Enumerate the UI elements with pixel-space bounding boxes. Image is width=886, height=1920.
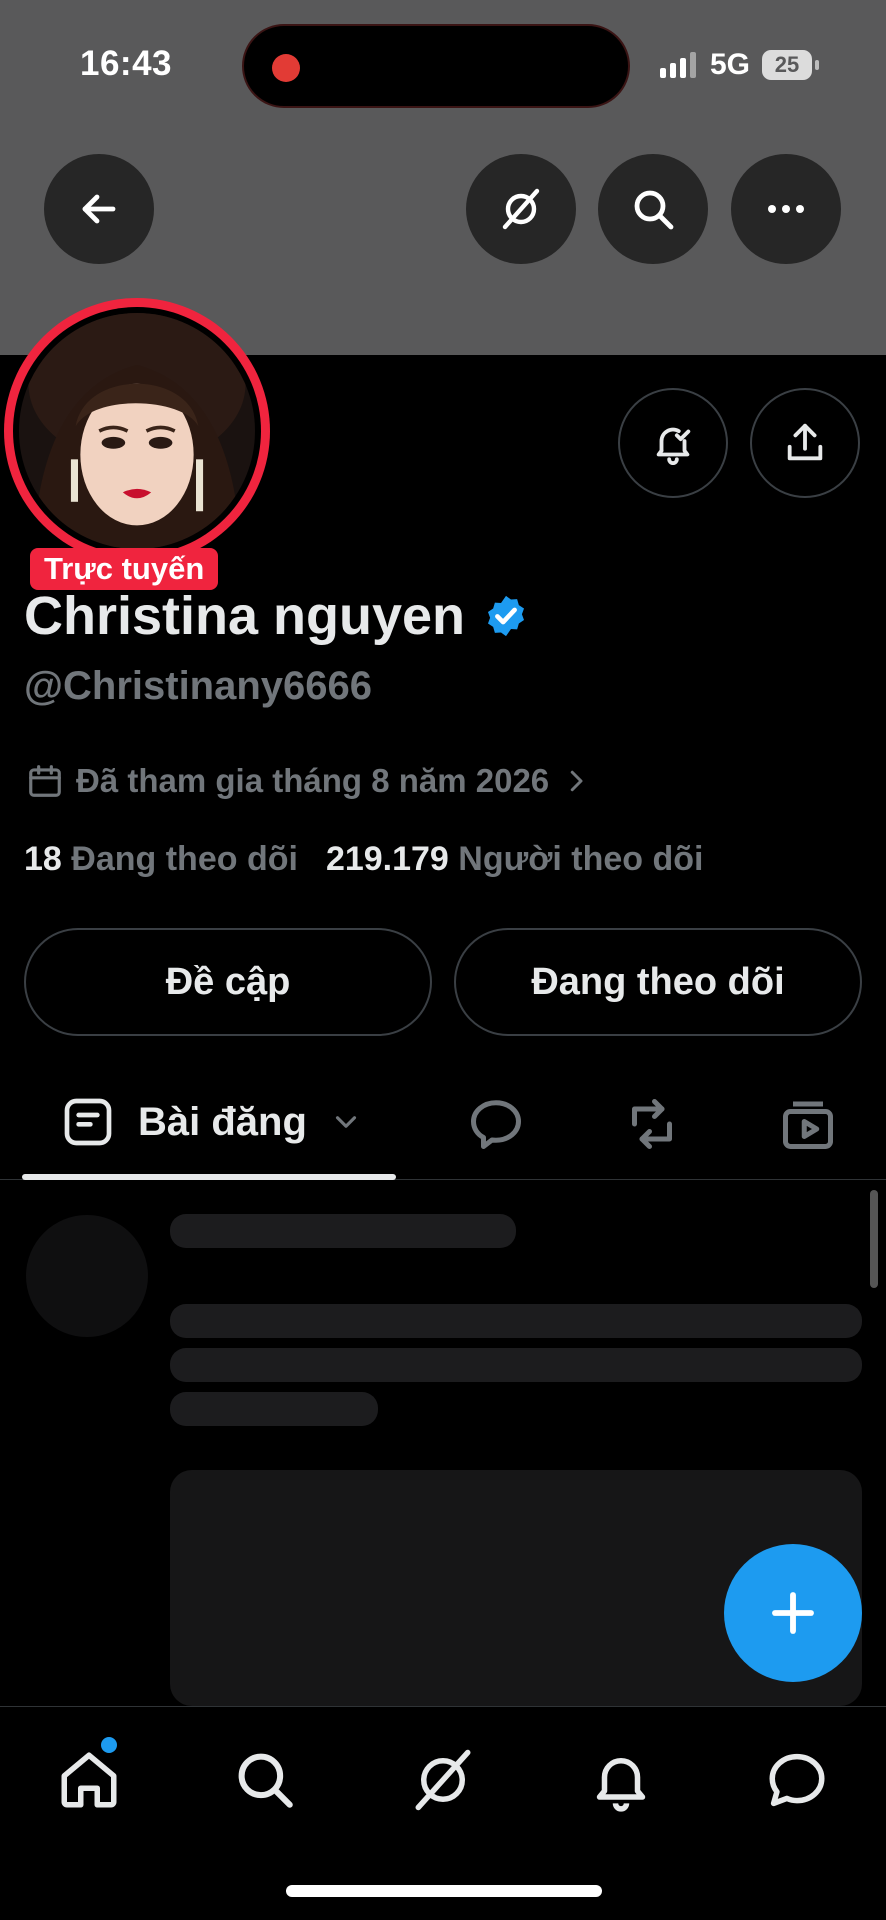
recording-indicator [272, 54, 300, 82]
following-button[interactable]: Đang theo dõi [454, 928, 862, 1036]
compose-button[interactable] [724, 1544, 862, 1682]
battery-icon: 25 [762, 50, 812, 80]
verified-badge-icon[interactable] [483, 593, 529, 639]
display-name: Christina nguyen [24, 585, 529, 647]
joined-date-row[interactable]: Đã tham gia tháng 8 năm 2026 [26, 762, 591, 800]
followers-count: 219.179 [325, 840, 449, 878]
avatar[interactable] [4, 298, 270, 564]
avatar-photo [19, 313, 255, 549]
skeleton-line [170, 1214, 516, 1248]
more-button[interactable] [731, 154, 841, 264]
plus-icon [772, 1592, 814, 1634]
signal-icon [660, 52, 696, 78]
more-icon [768, 205, 804, 213]
share-button[interactable] [750, 388, 860, 498]
search-button[interactable] [598, 154, 708, 264]
reposts-icon[interactable] [622, 1094, 682, 1154]
share-icon [787, 423, 823, 461]
search-icon [634, 190, 674, 230]
messages-icon[interactable] [764, 1747, 830, 1813]
follow-stats: 18 Đang theo dõi 219.179 Người theo dõi [24, 840, 704, 879]
skeleton-avatar [26, 1215, 148, 1337]
skeleton-line [170, 1304, 862, 1338]
media-icon[interactable] [778, 1094, 838, 1154]
following-label: Đang theo dõi [71, 840, 298, 878]
home-indicator [286, 1885, 602, 1897]
posts-icon [64, 1098, 112, 1146]
skeleton-line [170, 1348, 862, 1382]
grok-icon [502, 188, 540, 230]
notifications-icon[interactable] [588, 1747, 654, 1813]
tab-posts-label: Bài đăng [138, 1099, 307, 1144]
following-count: 18 [24, 840, 62, 878]
bell-check-icon [656, 427, 691, 466]
handle: @Christinany6666 [24, 664, 373, 708]
chevron-down-icon [335, 1116, 356, 1128]
home-icon[interactable] [56, 1747, 122, 1813]
followers-stat[interactable]: 219.179 Người theo dõi [326, 840, 704, 879]
following-stat[interactable]: 18 Đang theo dõi [24, 840, 298, 879]
back-button[interactable] [44, 154, 154, 264]
bottom-nav [0, 1706, 886, 1920]
chevron-right-icon [570, 770, 583, 792]
calendar-icon [29, 765, 61, 797]
search-icon[interactable] [232, 1747, 298, 1813]
network-type: 5G [710, 48, 751, 81]
profile-tabs: Bài đăng [0, 1080, 886, 1180]
home-notification-dot [101, 1737, 117, 1753]
joined-date: Đã tham gia tháng 8 năm 2026 [76, 762, 550, 799]
tab-active-indicator [22, 1174, 396, 1180]
followers-label: Người theo dõi [458, 840, 704, 878]
status-time: 16:43 [80, 44, 173, 83]
arrow-left-icon [82, 194, 116, 224]
display-name-text: Christina nguyen [24, 586, 466, 646]
grok-icon[interactable] [410, 1747, 476, 1813]
mention-button[interactable]: Đề cập [24, 928, 432, 1036]
scrollbar[interactable] [870, 1190, 878, 1288]
dynamic-island [242, 24, 630, 108]
grok-button[interactable] [466, 154, 576, 264]
tab-posts[interactable]: Bài đăng [60, 1094, 363, 1150]
live-badge: Trực tuyến [30, 548, 219, 590]
battery-tip [815, 60, 819, 70]
skeleton-line [170, 1392, 378, 1426]
replies-icon[interactable] [466, 1094, 526, 1154]
notify-button[interactable] [618, 388, 728, 498]
